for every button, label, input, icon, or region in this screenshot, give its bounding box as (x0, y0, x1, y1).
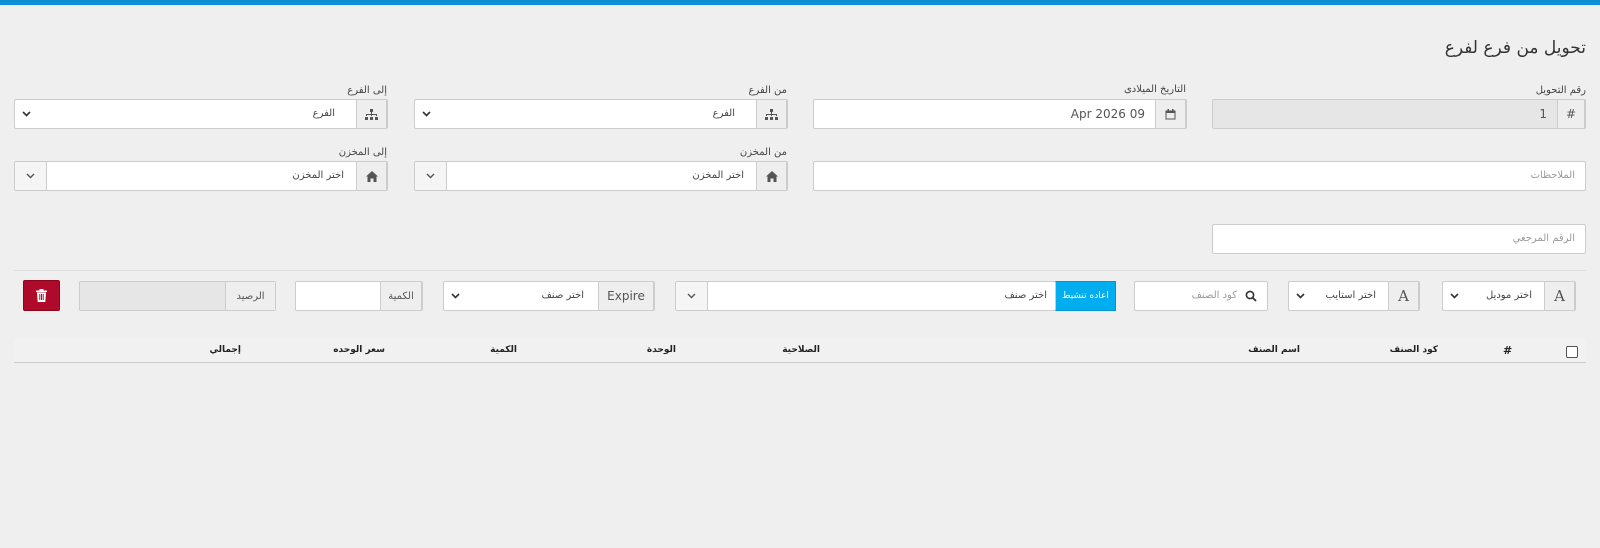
to-store-label: إلى المخزن (338, 147, 387, 158)
from-store-select[interactable]: اختر المخزن (414, 161, 788, 191)
reset-button[interactable]: اعاده تنشيط (1055, 281, 1116, 311)
style-select-text: اختر استايب (1325, 290, 1377, 301)
balance-field: الرصيد (79, 281, 276, 311)
font-a-icon: A (1544, 282, 1575, 310)
chevron-down-icon[interactable] (15, 162, 47, 190)
trash-icon (36, 289, 47, 302)
sitemap-icon (756, 100, 787, 128)
reference-no-field[interactable]: الرقم المرجعي (1212, 224, 1586, 254)
to-branch-label: إلى الفرع (347, 85, 387, 96)
top-accent-bar (0, 0, 1600, 5)
chevron-down-icon[interactable] (446, 282, 464, 310)
col-header-quantity: الكمية (490, 345, 517, 355)
chevron-down-icon[interactable] (1445, 282, 1463, 310)
col-header-total: إجمالي (209, 345, 241, 355)
col-header-item-code: كود الصنف (1389, 345, 1438, 355)
gregorian-date-value[interactable]: 09 Apr 2026 (1071, 100, 1145, 128)
model-select[interactable]: A اختر موديل (1442, 281, 1576, 311)
from-branch-select[interactable]: الفرع (414, 99, 788, 129)
sitemap-icon (356, 100, 387, 128)
reference-no-placeholder: الرقم المرجعي (1512, 233, 1575, 244)
to-store-select[interactable]: اختر المخزن (14, 161, 388, 191)
to-branch-placeholder: الفرع (312, 108, 335, 119)
item-code-search[interactable]: كود الصنف (1134, 281, 1268, 311)
from-branch-label: من الفرع (748, 85, 787, 96)
to-store-placeholder: اختر المخزن (292, 170, 344, 181)
delete-button[interactable] (23, 280, 60, 311)
items-table-header: # كود الصنف اسم الصنف الصلاحية الوحدة ال… (14, 339, 1586, 363)
transfer-no-value: 1 (1539, 107, 1547, 121)
col-header-item-name: اسم الصنف (1248, 345, 1300, 355)
from-store-placeholder: اختر المخزن (692, 170, 744, 181)
model-select-text: اختر موديل (1485, 290, 1532, 301)
balance-label: الرصيد (225, 282, 275, 310)
home-icon (356, 162, 387, 190)
chevron-down-icon[interactable] (415, 162, 447, 190)
item-select[interactable]: اختر صنف (675, 281, 1056, 311)
transfer-no-field: # 1 (1212, 99, 1586, 129)
from-store-label: من المخزن (739, 147, 787, 158)
search-icon[interactable] (1245, 290, 1257, 302)
item-select-text: اختر صنف (1004, 290, 1047, 301)
col-header-expiry: الصلاحية (782, 345, 820, 355)
quantity-label: الكمية (380, 282, 422, 310)
expire-select[interactable]: Expire اختر صنف (443, 281, 655, 311)
chevron-down-icon[interactable] (1291, 282, 1309, 310)
chevron-down-icon[interactable] (676, 282, 708, 310)
chevron-down-icon[interactable] (417, 100, 435, 128)
to-branch-select[interactable]: الفرع (14, 99, 388, 129)
select-all-checkbox[interactable] (1566, 346, 1578, 358)
calendar-icon[interactable] (1155, 100, 1186, 128)
section-divider (14, 270, 1586, 271)
col-header-unit-price: سعر الوحده (333, 345, 385, 355)
gregorian-date-field[interactable]: 09 Apr 2026 (813, 99, 1187, 129)
hash-icon: # (1557, 100, 1585, 128)
col-header-unit: الوحدة (646, 345, 676, 355)
font-a-icon: A (1388, 282, 1419, 310)
page-title: تحويل من فرع لفرع (1444, 38, 1586, 58)
from-branch-placeholder: الفرع (712, 108, 735, 119)
home-icon (756, 162, 787, 190)
expire-label: Expire (598, 282, 654, 310)
gregorian-date-label: التاريخ الميلادى (1123, 84, 1186, 95)
quantity-input[interactable]: الكمية (295, 281, 423, 311)
item-code-placeholder: كود الصنف (1191, 290, 1237, 301)
style-select[interactable]: A اختر استايب (1288, 281, 1420, 311)
notes-placeholder: الملاحظات (1530, 170, 1575, 181)
col-header-index: # (1503, 344, 1513, 357)
chevron-down-icon[interactable] (17, 100, 35, 128)
notes-field[interactable]: الملاحظات (813, 161, 1586, 191)
transfer-no-label: رقم التحويل (1535, 85, 1586, 96)
expire-select-text: اختر صنف (541, 290, 584, 301)
